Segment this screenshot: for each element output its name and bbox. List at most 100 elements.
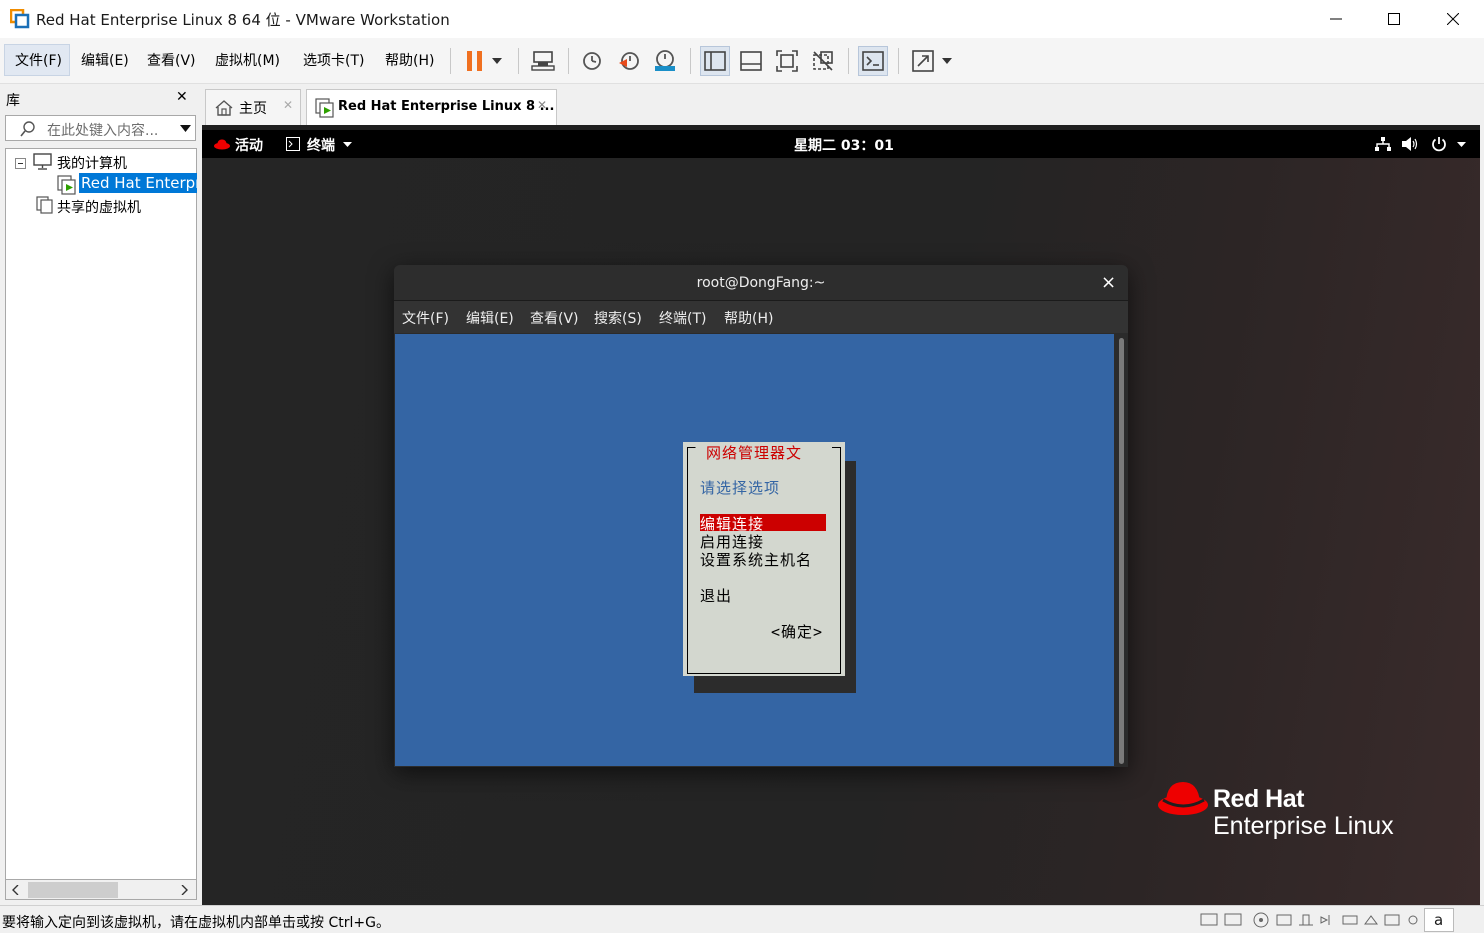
terminal-close-icon[interactable]: ×: [1101, 265, 1116, 301]
terminal-scrollbar-thumb[interactable]: [1119, 338, 1124, 764]
thumbnail-bar-icon[interactable]: [736, 46, 766, 76]
console-view-icon[interactable]: [858, 46, 888, 76]
device-tray-icons[interactable]: [1199, 911, 1439, 929]
tab-home-label: 主页: [239, 101, 267, 117]
tree-my-computer[interactable]: 我的计算机: [57, 153, 127, 173]
ime-indicator[interactable]: a: [1424, 908, 1454, 932]
stretch-dropdown-icon[interactable]: [937, 46, 957, 76]
redhat-activities-icon: [214, 139, 230, 150]
term-menu-view[interactable]: 查看(V): [530, 308, 579, 328]
term-menu-search[interactable]: 搜索(S): [594, 308, 642, 328]
vmware-app-icon: [9, 8, 30, 29]
chevron-left-icon[interactable]: [12, 885, 19, 895]
window-title: Red Hat Enterprise Linux 8 64 位 - VMware…: [36, 11, 450, 29]
menu-file[interactable]: 文件(F): [15, 50, 62, 70]
term-menu-help[interactable]: 帮助(H): [724, 308, 773, 328]
chevron-down-icon[interactable]: [1457, 142, 1466, 147]
network-icon[interactable]: [1375, 137, 1391, 152]
revert-snapshot-icon[interactable]: [614, 46, 644, 76]
nmtui-option-quit[interactable]: 退出: [700, 585, 732, 606]
menu-vm[interactable]: 虚拟机(M): [215, 50, 280, 70]
menu-tabs[interactable]: 选项卡(T): [303, 50, 364, 70]
nmtui-dialog: 网络管理器文 请选择选项 编辑连接 启用连接 设置系统主机名 退出 <确定>: [683, 442, 845, 676]
terminal-menubar: 文件(F) 编辑(E) 查看(V) 搜索(S) 终端(T) 帮助(H): [394, 301, 1128, 333]
nmtui-prompt: 请选择选项: [700, 479, 781, 497]
toolbar-separator: [898, 48, 899, 74]
snapshot-manager-icon[interactable]: [650, 46, 680, 76]
close-button[interactable]: [1424, 0, 1482, 38]
pause-icon[interactable]: [460, 46, 490, 76]
tab-vm-label: Red Hat Enterprise Linux 8 ...: [338, 99, 555, 114]
term-menu-edit[interactable]: 编辑(E): [466, 308, 514, 328]
chevron-right-icon[interactable]: [181, 885, 188, 895]
terminal-scrollbar[interactable]: [1115, 334, 1128, 766]
term-menu-file[interactable]: 文件(F): [402, 308, 449, 328]
snapshot-icon[interactable]: [577, 46, 607, 76]
branding-redhat: Red Hat: [1213, 785, 1304, 813]
redhat-logo-icon: [1158, 782, 1208, 815]
term-menu-terminal[interactable]: 终端(T): [659, 308, 706, 328]
tree-vm-label: Red Hat Enterpr: [81, 174, 197, 192]
power-icon[interactable]: [1431, 136, 1447, 152]
vm-icon: [315, 98, 334, 118]
nmtui-title: 网络管理器文: [704, 442, 805, 463]
menu-help[interactable]: 帮助(H): [385, 50, 434, 70]
library-panel: 库 ✕ 在此处键入内容... 我的计算机 Red Hat Enterpr 共享的…: [0, 85, 199, 905]
tab-home[interactable]: 主页 ✕: [205, 89, 301, 125]
unity-icon[interactable]: [808, 46, 838, 76]
branding-rhel: Enterprise Linux: [1213, 812, 1394, 840]
tab-bar: 主页 ✕ Red Hat Enterprise Linux 8 ... ✕: [201, 85, 1484, 125]
menu-edit[interactable]: 编辑(E): [81, 50, 129, 70]
chevron-down-icon[interactable]: [180, 125, 191, 132]
library-title: 库: [6, 93, 20, 109]
terminal-titlebar[interactable]: root@DongFang:~ ×: [394, 265, 1128, 301]
terminal-window[interactable]: root@DongFang:~ × 文件(F) 编辑(E) 查看(V) 搜索(S…: [394, 265, 1128, 767]
home-icon: [215, 100, 233, 116]
library-search-input[interactable]: 在此处键入内容...: [5, 115, 196, 141]
toolbar-separator: [568, 48, 569, 74]
shared-vm-icon: [36, 196, 53, 214]
stretch-guest-icon[interactable]: [908, 46, 938, 76]
tab-vm[interactable]: Red Hat Enterprise Linux 8 ... ✕: [306, 89, 557, 125]
collapse-icon[interactable]: [15, 158, 26, 169]
gnome-activities[interactable]: 活动: [235, 135, 263, 155]
tree-shared-vms[interactable]: 共享的虚拟机: [57, 197, 141, 217]
scrollbar-thumb[interactable]: [28, 882, 118, 898]
nmtui-ok-button[interactable]: <确定>: [771, 621, 823, 642]
tab-home-close-icon[interactable]: ✕: [283, 98, 293, 112]
vm-console[interactable]: 活动 终端 星期二 03：01 root@DongFang:~ × 文件(F) …: [202, 125, 1480, 905]
vm-icon: [57, 175, 76, 195]
ime-label: a: [1434, 911, 1444, 929]
status-bar: 要将输入定向到该虚拟机，请在虚拟机内部单击或按 Ctrl+G。 a: [0, 905, 1484, 933]
library-close-icon[interactable]: ✕: [176, 89, 188, 105]
minimize-button[interactable]: [1307, 0, 1365, 38]
maximize-button[interactable]: [1365, 0, 1423, 38]
terminal-app-icon: [286, 137, 300, 151]
status-message: 要将输入定向到该虚拟机，请在虚拟机内部单击或按 Ctrl+G。: [2, 915, 390, 931]
toolbar-separator: [848, 48, 849, 74]
menu-toolbar: 文件(F) 编辑(E) 查看(V) 虚拟机(M) 选项卡(T) 帮助(H): [0, 38, 1484, 84]
library-search-placeholder: 在此处键入内容...: [47, 123, 159, 139]
tab-vm-close-icon[interactable]: ✕: [537, 98, 547, 112]
library-horizontal-scrollbar[interactable]: [5, 880, 197, 900]
gnome-clock[interactable]: 星期二 03：01: [794, 135, 894, 155]
toolbar-separator: [450, 48, 451, 74]
nmtui-option-set-hostname[interactable]: 设置系统主机名: [700, 549, 812, 570]
terminal-title: root@DongFang:~: [696, 275, 826, 291]
show-library-icon[interactable]: [700, 46, 730, 76]
volume-icon[interactable]: [1402, 137, 1419, 151]
gnome-top-bar: 活动 终端 星期二 03：01: [202, 130, 1480, 158]
terminal-body[interactable]: 网络管理器文 请选择选项 编辑连接 启用连接 设置系统主机名 退出 <确定>: [395, 334, 1114, 766]
tree-vm-item[interactable]: Red Hat Enterpr: [79, 173, 197, 193]
send-ctrl-alt-del-icon[interactable]: [528, 46, 558, 76]
library-header: 库 ✕: [0, 85, 199, 113]
chevron-down-icon[interactable]: [343, 142, 352, 147]
full-screen-icon[interactable]: [772, 46, 802, 76]
gnome-app-menu[interactable]: 终端: [307, 135, 335, 155]
gnome-desktop[interactable]: root@DongFang:~ × 文件(F) 编辑(E) 查看(V) 搜索(S…: [202, 158, 1480, 905]
library-tree: 我的计算机 Red Hat Enterpr 共享的虚拟机: [5, 148, 197, 880]
menu-view[interactable]: 查看(V): [147, 50, 196, 70]
pause-dropdown-icon[interactable]: [487, 46, 507, 76]
search-icon: [20, 121, 35, 137]
toolbar-separator: [518, 48, 519, 74]
